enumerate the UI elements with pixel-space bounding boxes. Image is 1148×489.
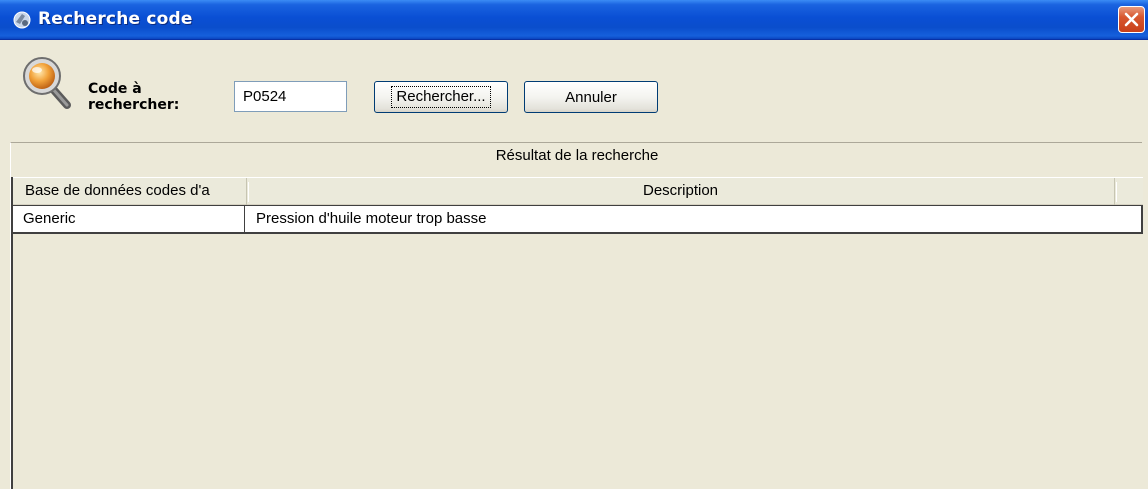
results-grid[interactable]: Base de données codes d'a Description Ge… xyxy=(11,177,1143,489)
close-button[interactable] xyxy=(1118,6,1145,33)
grid-header: Base de données codes d'a Description xyxy=(13,177,1143,205)
search-button-label: Rechercher... xyxy=(391,86,491,108)
cell-database: Generic xyxy=(13,206,245,232)
column-divider[interactable] xyxy=(1116,182,1117,202)
results-panel: Résultat de la recherche Base de données… xyxy=(10,142,1143,489)
code-label: Code à rechercher: xyxy=(88,81,180,113)
window-title: Recherche code xyxy=(38,9,193,29)
cell-description: Pression d'huile moteur trop basse xyxy=(256,210,487,227)
search-code-dialog: Recherche code Code à rechercher: P0524 … xyxy=(0,0,1148,489)
search-button[interactable]: Rechercher... xyxy=(374,81,508,113)
column-header-database[interactable]: Base de données codes d'a xyxy=(13,178,247,205)
magnifier-icon xyxy=(22,56,72,110)
table-row[interactable]: Generic Pression d'huile moteur trop bas… xyxy=(13,205,1143,234)
close-icon xyxy=(1124,12,1139,27)
app-icon xyxy=(12,10,32,30)
cancel-button[interactable]: Annuler xyxy=(524,81,658,113)
code-input[interactable]: P0524 xyxy=(234,81,347,112)
search-toolbar: Code à rechercher: P0524 Rechercher... A… xyxy=(0,40,1148,142)
column-header-description[interactable]: Description xyxy=(247,178,1115,205)
title-bar[interactable]: Recherche code xyxy=(0,0,1148,40)
results-title: Résultat de la recherche xyxy=(495,147,659,164)
